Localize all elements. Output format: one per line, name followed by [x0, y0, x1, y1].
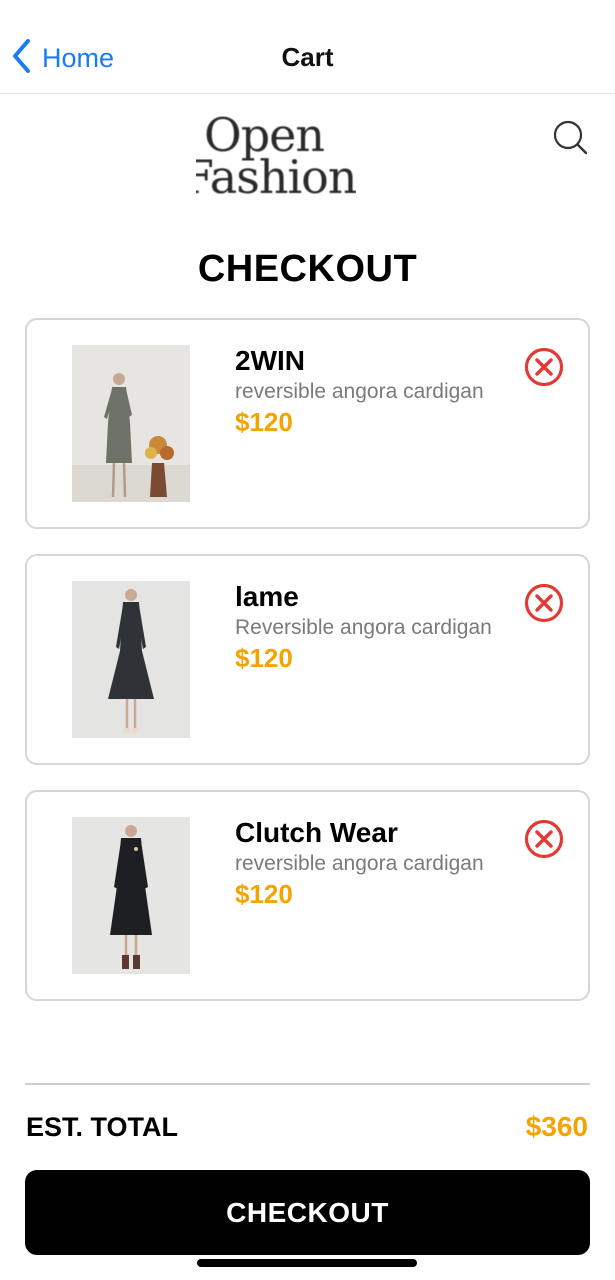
cart-item: 2WIN reversible angora cardigan $120: [25, 318, 590, 529]
item-description: Reversible angora cardigan: [235, 616, 492, 639]
page-title: CHECKOUT: [197, 248, 418, 290]
item-price: $120: [235, 879, 293, 909]
item-price: $120: [235, 643, 293, 673]
divider: [25, 1083, 590, 1085]
cart-screen: Home Cart Open Fashion CHECKOUT 2WIN rev…: [0, 0, 615, 1280]
nav-title: Cart: [281, 42, 334, 72]
item-description: reversible angora cardigan: [235, 380, 484, 403]
home-indicator: [197, 1259, 417, 1267]
navigation-bar: Home Cart: [0, 0, 615, 94]
cart-item: lame Reversible angora cardigan $120: [25, 554, 590, 765]
remove-item-button[interactable]: [523, 818, 565, 860]
total-label: EST. TOTAL: [26, 1112, 179, 1142]
total-value: $360: [525, 1111, 588, 1142]
item-brand: 2WIN: [235, 345, 305, 376]
checkout-button[interactable]: CHECKOUT: [25, 1170, 590, 1255]
item-description: reversible angora cardigan: [235, 852, 484, 875]
item-brand: Clutch Wear: [235, 817, 398, 848]
search-icon: [550, 120, 590, 162]
search-button[interactable]: [550, 118, 590, 158]
remove-item-button[interactable]: [523, 582, 565, 624]
item-price: $120: [235, 407, 293, 437]
remove-circle-x-icon: [523, 347, 565, 392]
product-image: [72, 345, 190, 502]
remove-circle-x-icon: [523, 583, 565, 628]
item-brand: lame: [235, 581, 299, 612]
logo-line-2: Fashion: [196, 150, 356, 204]
remove-item-button[interactable]: [523, 346, 565, 388]
product-image: [72, 817, 190, 974]
cart-item: Clutch Wear reversible angora cardigan $…: [25, 790, 590, 1001]
remove-circle-x-icon: [523, 819, 565, 864]
brand-logo: Open Fashion: [196, 114, 356, 204]
product-image: [72, 581, 190, 738]
